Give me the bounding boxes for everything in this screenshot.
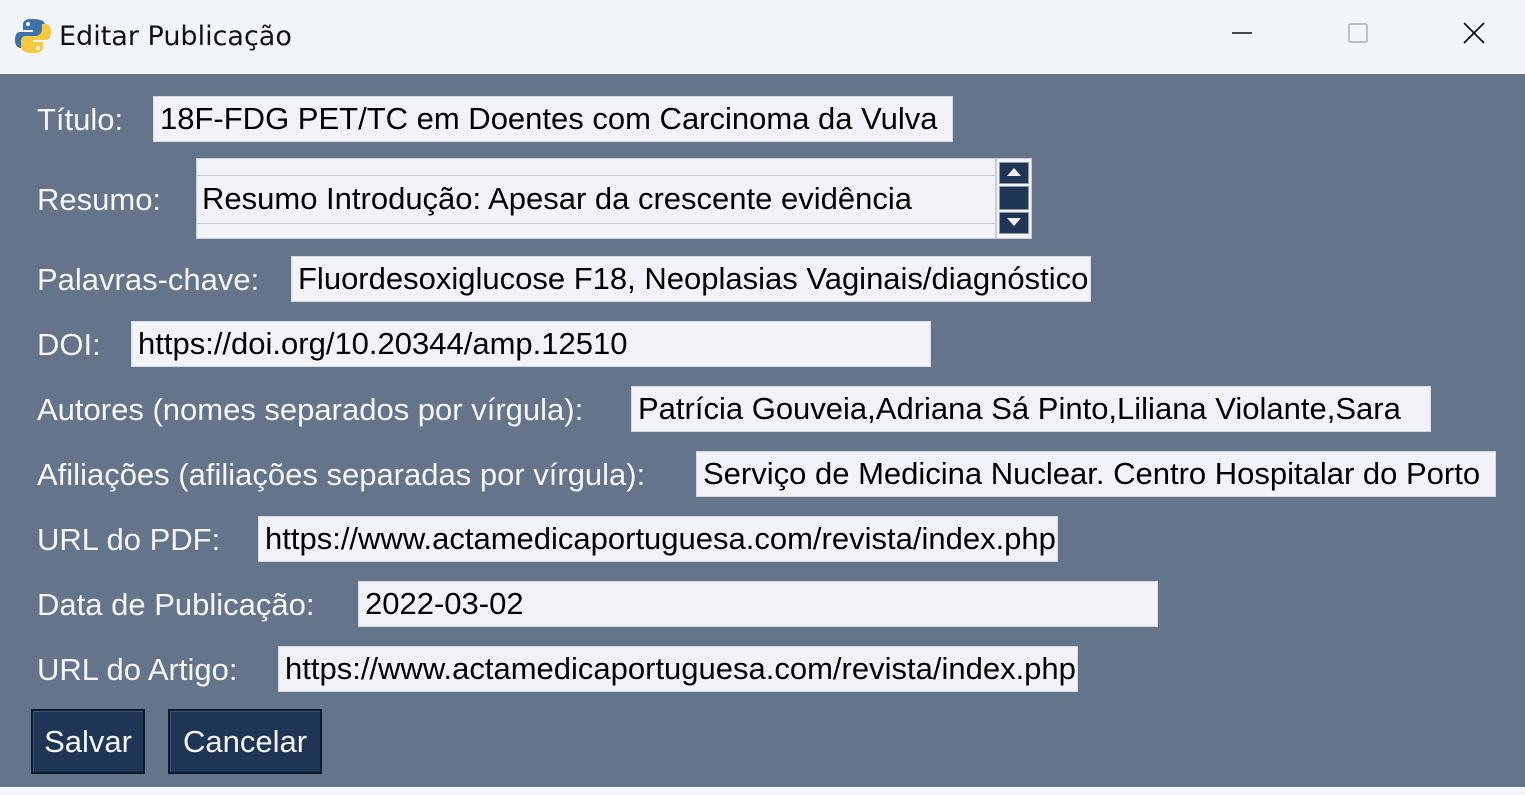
window-title: Editar Publicação xyxy=(59,21,292,52)
scroll-up-button[interactable] xyxy=(999,162,1029,184)
autores-label: Autores (nomes separados por vírgula): xyxy=(37,392,584,427)
edit-publication-window: Editar Publicação Título: 18F-FDG PET/TC… xyxy=(0,0,1525,795)
underlying-window-edge xyxy=(0,787,1525,795)
resumo-label: Resumo: xyxy=(37,182,162,217)
autores-field[interactable]: Patrícia Gouveia,Adriana Sá Pinto,Lilian… xyxy=(631,386,1431,432)
afiliacoes-field[interactable]: Serviço de Medicina Nuclear. Centro Hosp… xyxy=(696,451,1496,497)
minimize-icon xyxy=(1230,21,1254,50)
scroll-thumb[interactable] xyxy=(999,186,1029,210)
doi-label: DOI: xyxy=(37,327,101,362)
title-bar[interactable]: Editar Publicação xyxy=(0,0,1525,74)
triangle-up-icon xyxy=(1006,164,1022,182)
palavras-chave-label: Palavras-chave: xyxy=(37,262,260,297)
python-icon xyxy=(14,17,52,55)
data-publicacao-label: Data de Publicação: xyxy=(37,587,315,622)
triangle-down-icon xyxy=(1006,214,1022,232)
doi-field[interactable]: https://doi.org/10.20344/amp.12510 xyxy=(131,321,931,367)
textarea-divider xyxy=(197,223,995,224)
resumo-textarea[interactable]: Resumo Introdução: Apesar da crescente e… xyxy=(196,158,996,239)
scroll-down-button[interactable] xyxy=(999,212,1029,234)
titulo-field[interactable]: 18F-FDG PET/TC em Doentes com Carcinoma … xyxy=(153,96,953,142)
data-publicacao-field[interactable]: 2022-03-02 xyxy=(358,581,1158,627)
close-button[interactable] xyxy=(1416,0,1525,70)
maximize-icon xyxy=(1346,21,1370,50)
textarea-divider xyxy=(197,175,995,176)
cancel-button[interactable]: Cancelar xyxy=(168,709,322,774)
minimize-button[interactable] xyxy=(1184,0,1300,70)
resumo-text: Resumo Introdução: Apesar da crescente e… xyxy=(202,181,912,216)
url-pdf-field[interactable]: https://www.actamedicaportuguesa.com/rev… xyxy=(258,516,1058,562)
maximize-button[interactable] xyxy=(1300,0,1416,70)
close-icon xyxy=(1461,20,1487,51)
url-artigo-label: URL do Artigo: xyxy=(37,652,238,687)
resumo-scrollbar[interactable] xyxy=(996,158,1032,239)
titulo-label: Título: xyxy=(37,102,124,137)
palavras-chave-field[interactable]: Fluordesoxiglucose F18, Neoplasias Vagin… xyxy=(291,256,1091,302)
url-pdf-label: URL do PDF: xyxy=(37,522,221,557)
afiliacoes-label: Afiliações (afiliações separadas por vír… xyxy=(37,457,646,492)
url-artigo-field[interactable]: https://www.actamedicaportuguesa.com/rev… xyxy=(278,646,1078,692)
save-button[interactable]: Salvar xyxy=(31,709,145,774)
